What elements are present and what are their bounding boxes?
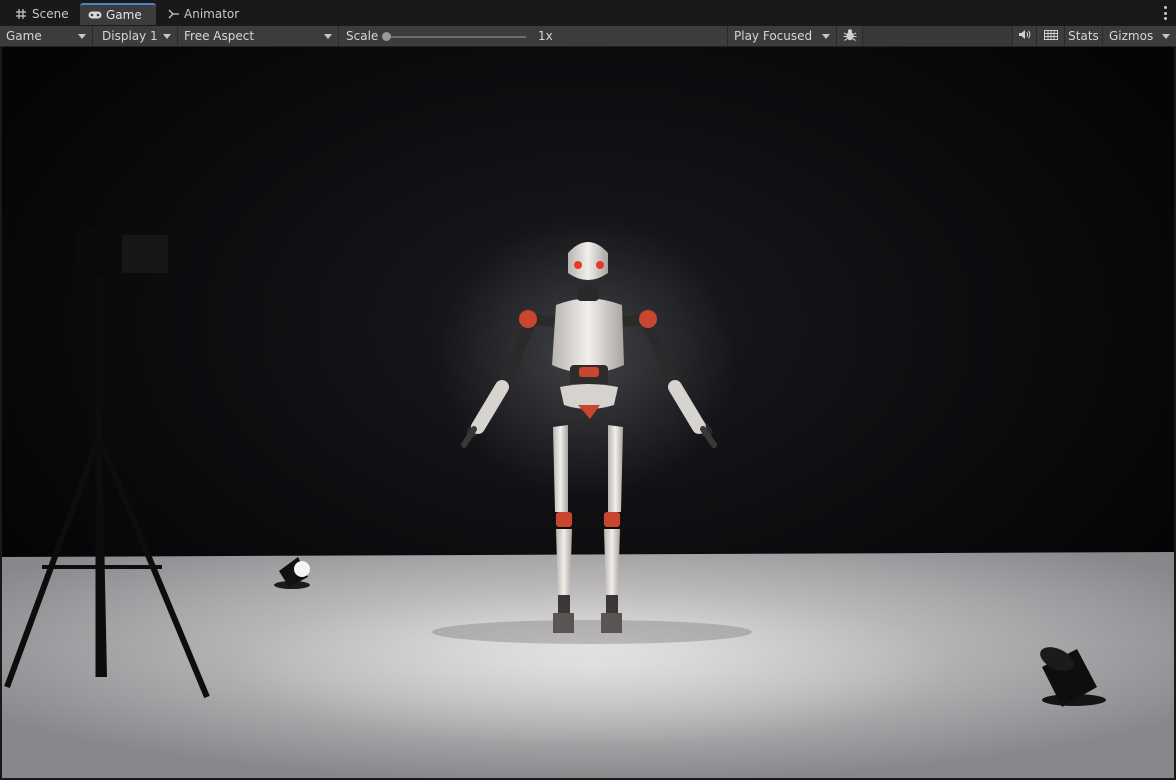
tab-animator[interactable]: Animator (160, 3, 246, 25)
tab-game[interactable]: Game (80, 3, 156, 25)
tab-game-label: Game (106, 8, 142, 22)
scale-control: Scale 1x (340, 26, 727, 46)
chevron-down-icon (324, 34, 332, 39)
scale-slider-track[interactable] (386, 36, 526, 38)
scale-value: 1x (538, 29, 553, 43)
play-mode-label: Play Focused (734, 29, 813, 43)
game-toolbar: Game Display 1 Free Aspect Scale 1x Play… (0, 26, 1176, 47)
tab-scene-label: Scene (32, 7, 69, 21)
display-label: Display 1 (102, 29, 158, 43)
chevron-down-icon (78, 34, 86, 39)
scale-label: Scale (346, 29, 379, 43)
aspect-dropdown[interactable]: Free Aspect (178, 26, 339, 46)
toolbar-spacer (863, 26, 1013, 46)
speaker-icon (1018, 29, 1031, 43)
scale-slider-thumb[interactable] (382, 32, 391, 41)
chevron-down-icon (163, 34, 171, 39)
robot-shadow (432, 620, 752, 644)
display-dropdown[interactable]: Display 1 (96, 26, 178, 46)
gizmos-dropdown[interactable]: Gizmos (1103, 26, 1176, 46)
debug-button[interactable] (837, 26, 863, 46)
more-options-icon[interactable] (1162, 6, 1168, 20)
tab-scene[interactable]: Scene (6, 3, 80, 25)
gamepad-icon (88, 9, 102, 21)
tab-animator-label: Animator (184, 7, 240, 21)
game-view-dropdown[interactable]: Game (0, 26, 93, 46)
bug-icon (843, 28, 857, 45)
game-viewport[interactable] (2, 47, 1174, 778)
game-render (2, 47, 1174, 778)
gizmos-label: Gizmos (1109, 29, 1154, 43)
stats-button[interactable]: Stats (1065, 26, 1103, 46)
animator-icon (168, 8, 180, 20)
stats-label: Stats (1068, 29, 1099, 43)
mute-audio-button[interactable] (1013, 26, 1037, 46)
aspect-label: Free Aspect (184, 29, 255, 43)
keyboard-grid-icon (1043, 29, 1058, 43)
grid-icon (14, 8, 28, 20)
editor-tab-bar: Scene Game Animator (0, 0, 1176, 27)
layout-grid-button[interactable] (1037, 26, 1065, 46)
chevron-down-icon (1162, 34, 1170, 39)
chevron-down-icon (822, 34, 830, 39)
game-view-label: Game (6, 29, 42, 43)
floor-spotlight (232, 587, 952, 747)
play-mode-dropdown[interactable]: Play Focused (727, 26, 837, 46)
